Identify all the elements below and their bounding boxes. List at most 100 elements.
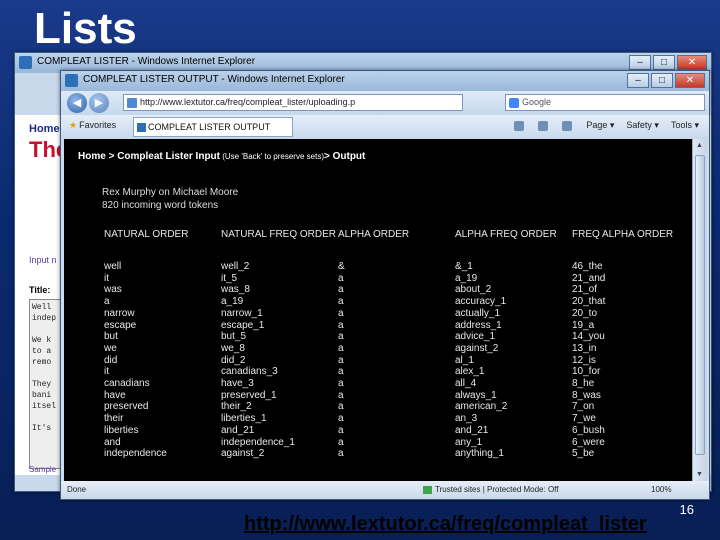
google-icon — [509, 98, 519, 108]
favorites-button[interactable]: ★ Favorites — [69, 120, 116, 131]
close-button[interactable]: ✕ — [677, 55, 707, 70]
list-item: and — [104, 436, 121, 448]
list-item: a — [104, 296, 110, 308]
forward-arrow-icon[interactable]: ▶ — [89, 93, 109, 113]
list-item: 20_that — [572, 296, 606, 308]
list-item: advice_1 — [455, 331, 496, 343]
list-item: a — [338, 366, 344, 378]
list-item: a — [338, 378, 344, 390]
list-item: well_2 — [221, 261, 250, 272]
tab-compleat-lister-output[interactable]: COMPLEAT LISTER OUTPUT — [133, 117, 293, 137]
list-item: 14_you — [572, 331, 605, 343]
close-button[interactable]: ✕ — [675, 73, 705, 88]
breadcrumb-input[interactable]: Compleat Lister Input — [117, 151, 220, 162]
list-item: 19_a — [572, 319, 595, 331]
list-item: against_2 — [455, 342, 499, 354]
list-item: 46_the — [572, 261, 603, 272]
list-item: a — [338, 389, 344, 401]
list-item: a_19 — [455, 272, 478, 284]
list-item: well — [104, 261, 122, 272]
list-item: 8_he — [572, 378, 595, 390]
front-browser-window: COMPLEAT LISTER OUTPUT - Windows Interne… — [60, 70, 710, 500]
back-arrow-icon[interactable]: ◀ — [67, 93, 87, 113]
list-item: independence — [104, 448, 167, 460]
back-title-label: Title: — [29, 285, 51, 295]
page-content: Home > Compleat Lister Input (Use 'Back'… — [64, 139, 692, 481]
address-bar-row: ◀ ▶ http://www.lextutor.ca/freq/compleat… — [61, 91, 709, 115]
trusted-sites-icon — [423, 485, 432, 494]
list-item: did — [104, 354, 118, 366]
list-item: have — [104, 389, 126, 401]
list-item: a — [338, 424, 344, 436]
scroll-thumb[interactable] — [695, 155, 705, 455]
list-item: narrow — [104, 307, 135, 319]
list-item: a — [338, 284, 344, 296]
list-item: a — [338, 401, 344, 413]
back-sample-link[interactable]: Sample — [29, 465, 56, 474]
column-freq-alpha-order: FREQ ALPHA ORDER 46_the 21_and 21_of 20_that… — [572, 229, 673, 460]
breadcrumb-home[interactable]: Home — [78, 151, 106, 162]
list-item: all_4 — [455, 378, 477, 390]
safety-menu-label: Safety — [626, 120, 652, 130]
feeds-icon[interactable] — [538, 120, 550, 131]
list-item: a — [338, 307, 344, 319]
slide-url-link[interactable]: http://www.lextutor.ca/freq/compleat_lis… — [244, 513, 647, 536]
front-window-title: COMPLEAT LISTER OUTPUT - Windows Interne… — [83, 74, 345, 85]
list-item: 21_of — [572, 284, 598, 296]
home-toolbar-icon[interactable] — [514, 120, 526, 131]
list-item: alex_1 — [455, 366, 485, 378]
slide-title: Lists — [34, 4, 137, 53]
status-done: Done — [67, 485, 87, 494]
list-item: a — [338, 413, 344, 425]
safety-menu[interactable]: Safety ▾ — [626, 120, 659, 131]
back-home-link[interactable]: Home — [29, 123, 60, 135]
list-item: about_2 — [455, 284, 492, 296]
breadcrumb-separator: > — [105, 151, 118, 162]
list-item: we — [104, 342, 117, 354]
tab-row: ★ Favorites COMPLEAT LISTER OUTPUT Page ▾… — [61, 115, 709, 139]
list-item: 7_we — [572, 413, 596, 425]
zoom-level[interactable]: 100% — [651, 485, 671, 494]
list-item: preserved — [104, 401, 149, 413]
tools-menu[interactable]: Tools ▾ — [671, 120, 699, 131]
favorites-label: Favorites — [79, 120, 117, 130]
list-item: a — [338, 331, 344, 343]
token-count: 820 incoming word tokens — [102, 200, 219, 211]
column-header: FREQ ALPHA ORDER — [572, 229, 674, 240]
vertical-scrollbar[interactable]: ▲ ▼ — [692, 139, 707, 481]
address-input[interactable]: http://www.lextutor.ca/freq/compleat_lis… — [123, 94, 463, 111]
page-icon — [127, 98, 137, 108]
ie-icon — [19, 56, 32, 69]
scroll-down-icon[interactable]: ▼ — [696, 471, 703, 478]
breadcrumb-separator: > — [323, 151, 333, 162]
minimize-button[interactable]: – — [629, 55, 651, 70]
list-item: it_5 — [221, 272, 238, 284]
list-item: narrow_1 — [221, 307, 263, 319]
column-header: ALPHA ORDER — [338, 229, 410, 240]
list-item: canadians_3 — [221, 366, 278, 378]
list-item: was — [104, 284, 122, 296]
scroll-up-icon[interactable]: ▲ — [696, 142, 703, 149]
column-header: NATURAL ORDER — [104, 229, 189, 240]
back-window-title: COMPLEAT LISTER - Windows Internet Explo… — [37, 56, 256, 67]
page-menu[interactable]: Page ▾ — [586, 120, 614, 131]
minimize-button[interactable]: – — [627, 73, 649, 88]
page-menu-label: Page — [586, 120, 608, 130]
search-input[interactable]: Google — [505, 94, 705, 111]
list-item: and_21 — [221, 424, 255, 436]
ie-icon — [65, 74, 78, 87]
list-item: 12_is — [572, 354, 596, 366]
print-icon[interactable] — [562, 120, 574, 131]
maximize-button[interactable]: □ — [651, 73, 673, 88]
list-item: anything_1 — [455, 448, 504, 460]
star-icon: ★ — [69, 120, 78, 130]
list-item: a — [338, 354, 344, 366]
security-zone-text: Trusted sites | Protected Mode: Off — [435, 485, 559, 494]
list-item: we_8 — [221, 342, 245, 354]
list-item: accuracy_1 — [455, 296, 507, 308]
list-item: actually_1 — [455, 307, 501, 319]
search-engine-label: Google — [522, 97, 552, 107]
list-item: their — [104, 413, 124, 425]
list-item: have_3 — [221, 378, 254, 390]
maximize-button[interactable]: □ — [653, 55, 675, 70]
